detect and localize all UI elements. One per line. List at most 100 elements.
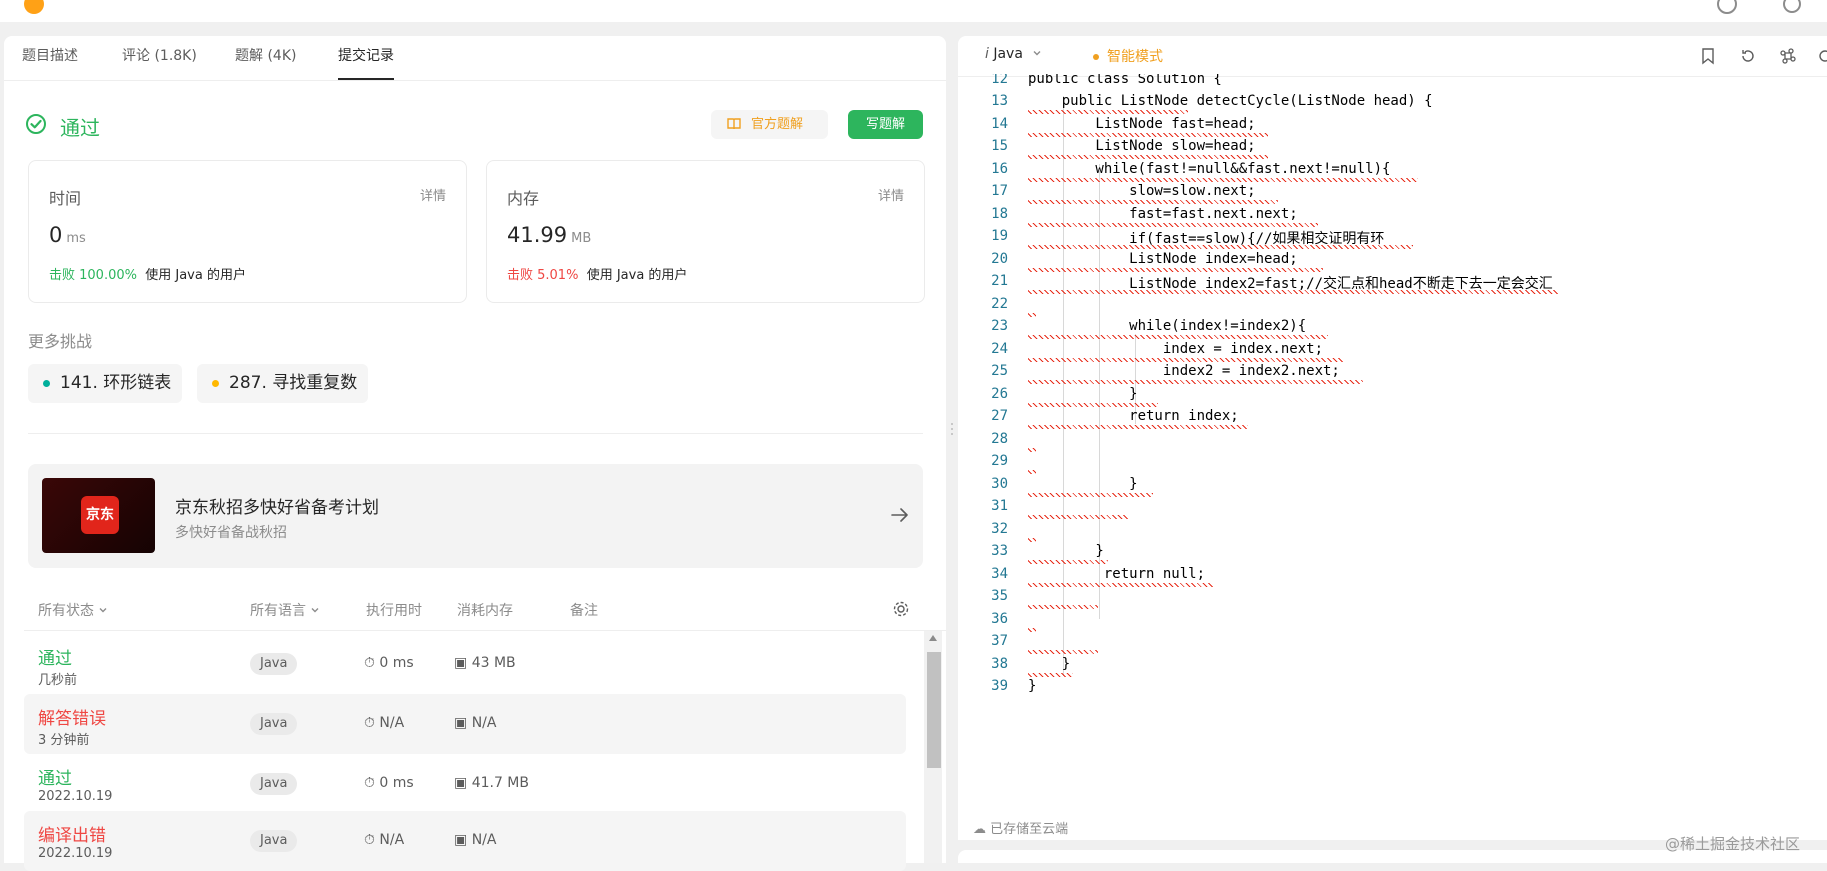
challenge-chip[interactable]: 141. 环形链表 bbox=[28, 364, 182, 403]
row-memory-value: N/A bbox=[471, 832, 497, 848]
promo-banner[interactable]: 京东 京东秋招多快好省备考计划 多快好省备战秋招 bbox=[28, 464, 923, 568]
tab-solutions[interactable]: 题解 (4K) bbox=[235, 46, 296, 80]
tab-comments[interactable]: 评论 (1.8K) bbox=[122, 46, 197, 80]
error-squiggle bbox=[1028, 403, 1158, 407]
line-number: 18 bbox=[991, 206, 1008, 222]
memory-beat-percent: 击败 5.01% bbox=[507, 268, 579, 283]
write-solution-button[interactable]: 写题解 bbox=[848, 110, 923, 139]
line-number: 39 bbox=[991, 678, 1008, 694]
memory-unit: MB bbox=[571, 231, 592, 246]
line-number: 12 bbox=[991, 74, 1008, 87]
timer-icon: ⏱ bbox=[364, 832, 375, 848]
row-status[interactable]: 通过 bbox=[38, 644, 72, 669]
table-row[interactable]: 编译出错 2022.10.19 Java ⏱ N/A ▣ N/A bbox=[24, 811, 906, 871]
row-status[interactable]: 编译出错 bbox=[38, 821, 106, 846]
code-line: } bbox=[1028, 543, 1104, 559]
error-squiggle bbox=[1028, 313, 1036, 317]
table-row[interactable]: 通过 2022.10.19 Java ⏱ 0 ms ▣ 41.7 MB bbox=[24, 754, 906, 814]
error-squiggle bbox=[1028, 673, 1073, 677]
row-language-badge: Java bbox=[250, 653, 298, 675]
table-row[interactable]: 解答错误 3 分钟前 Java ⏱ N/A ▣ N/A bbox=[24, 694, 906, 754]
filter-language-dropdown[interactable]: 所有语言 bbox=[250, 600, 320, 620]
memory-card: 内存 详情 41.99 MB 击败 5.01% 使用 Java 的用户 bbox=[486, 160, 925, 303]
challenge-chip[interactable]: 287. 寻找重复数 bbox=[197, 364, 368, 403]
line-number: 28 bbox=[991, 431, 1008, 447]
code-line: while(fast!=null&&fast.next!=null){ bbox=[1028, 161, 1391, 177]
runtime-beat: 击败 100.00% 使用 Java 的用户 bbox=[49, 264, 246, 283]
memory-value-wrap: 41.99 MB bbox=[507, 223, 591, 247]
error-squiggle bbox=[1028, 560, 1108, 564]
error-squiggle bbox=[1028, 493, 1153, 497]
row-memory-value: 43 MB bbox=[471, 655, 516, 671]
line-number: 14 bbox=[991, 116, 1008, 132]
header-memory: 消耗内存 bbox=[457, 603, 513, 619]
memory-detail-link[interactable]: 详情 bbox=[878, 185, 904, 204]
code-line: public class Solution { bbox=[1028, 74, 1222, 87]
row-time: 2022.10.19 bbox=[38, 846, 113, 861]
filter-status-dropdown[interactable]: 所有状态 bbox=[38, 600, 108, 620]
row-runtime: ⏱ 0 ms bbox=[364, 775, 414, 791]
settings-icon[interactable] bbox=[1780, 0, 1804, 16]
error-squiggle bbox=[1028, 223, 1318, 227]
memory-value: 41.99 bbox=[507, 223, 568, 247]
reset-icon[interactable] bbox=[1739, 47, 1757, 65]
language-select[interactable]: i Java bbox=[985, 46, 1042, 62]
command-icon[interactable] bbox=[1779, 47, 1797, 65]
row-memory: ▣ N/A bbox=[454, 832, 496, 848]
row-memory-value: N/A bbox=[471, 715, 497, 731]
table-row[interactable]: 通过 几秒前 Java ⏱ 0 ms ▣ 43 MB bbox=[24, 634, 906, 694]
error-squiggle bbox=[1028, 358, 1343, 362]
error-squiggle bbox=[1028, 538, 1036, 542]
filter-language-label: 所有语言 bbox=[250, 603, 306, 619]
error-squiggle bbox=[1028, 628, 1036, 632]
code-line: index = index.next; bbox=[1028, 341, 1324, 357]
timer-icon: ⏱ bbox=[364, 655, 375, 671]
promo-subtitle: 多快好省备战秋招 bbox=[175, 525, 287, 541]
runtime-value-wrap: 0 ms bbox=[49, 223, 86, 247]
bookmark-icon[interactable] bbox=[1699, 47, 1717, 65]
line-number: 34 bbox=[991, 566, 1008, 582]
line-number: 24 bbox=[991, 341, 1008, 357]
gear-icon[interactable] bbox=[892, 600, 910, 618]
settings-icon[interactable] bbox=[1816, 47, 1827, 65]
row-status[interactable]: 解答错误 bbox=[38, 704, 106, 729]
clock-icon[interactable] bbox=[1715, 0, 1739, 16]
info-icon: i bbox=[985, 46, 989, 62]
arrow-right-icon bbox=[891, 508, 908, 522]
code-line: } bbox=[1028, 476, 1138, 492]
divider bbox=[28, 433, 923, 434]
runtime-beat-percent: 击败 100.00% bbox=[49, 268, 137, 283]
line-number: 25 bbox=[991, 363, 1008, 379]
memory-beat: 击败 5.01% 使用 Java 的用户 bbox=[507, 264, 687, 283]
panel-resize-handle[interactable] bbox=[950, 420, 954, 450]
line-number: 19 bbox=[991, 228, 1008, 244]
runtime-label: 时间 bbox=[49, 189, 82, 208]
leetcode-logo-icon[interactable] bbox=[22, 0, 46, 16]
header-runtime: 执行用时 bbox=[366, 603, 422, 619]
row-runtime: ⏱ 0 ms bbox=[364, 655, 414, 671]
runtime-detail-link[interactable]: 详情 bbox=[420, 185, 446, 204]
scrollbar-thumb[interactable] bbox=[927, 652, 941, 768]
tab-submissions[interactable]: 提交记录 bbox=[338, 46, 394, 80]
result-status: 通过 bbox=[60, 116, 100, 140]
row-language-badge: Java bbox=[250, 773, 298, 795]
row-status[interactable]: 通过 bbox=[38, 764, 72, 789]
line-number: 23 bbox=[991, 318, 1008, 334]
error-squiggle bbox=[1028, 583, 1213, 587]
error-squiggle bbox=[1028, 515, 1128, 519]
more-challenges-title: 更多挑战 bbox=[28, 332, 93, 351]
challenge-label: 287. 寻找重复数 bbox=[229, 373, 358, 393]
code-editor[interactable]: 12 13 14 15 16 17 18 19 20 21 22 23 24 2… bbox=[958, 74, 1827, 764]
row-language-badge: Java bbox=[250, 713, 298, 735]
official-solution-button[interactable]: 官方题解 bbox=[711, 110, 828, 139]
line-number: 17 bbox=[991, 183, 1008, 199]
line-number: 16 bbox=[991, 161, 1008, 177]
tab-description[interactable]: 题目描述 bbox=[22, 46, 78, 80]
code-line: while(index!=index2){ bbox=[1028, 318, 1307, 334]
code-line: ListNode fast=head; bbox=[1028, 116, 1256, 132]
scroll-up-arrow-icon[interactable] bbox=[929, 635, 937, 641]
cloud-icon: ☁ bbox=[973, 822, 986, 837]
error-squiggle bbox=[1028, 110, 1188, 114]
smart-mode-toggle[interactable]: 智能模式 bbox=[1093, 46, 1163, 66]
row-time: 3 分钟前 bbox=[38, 733, 90, 748]
